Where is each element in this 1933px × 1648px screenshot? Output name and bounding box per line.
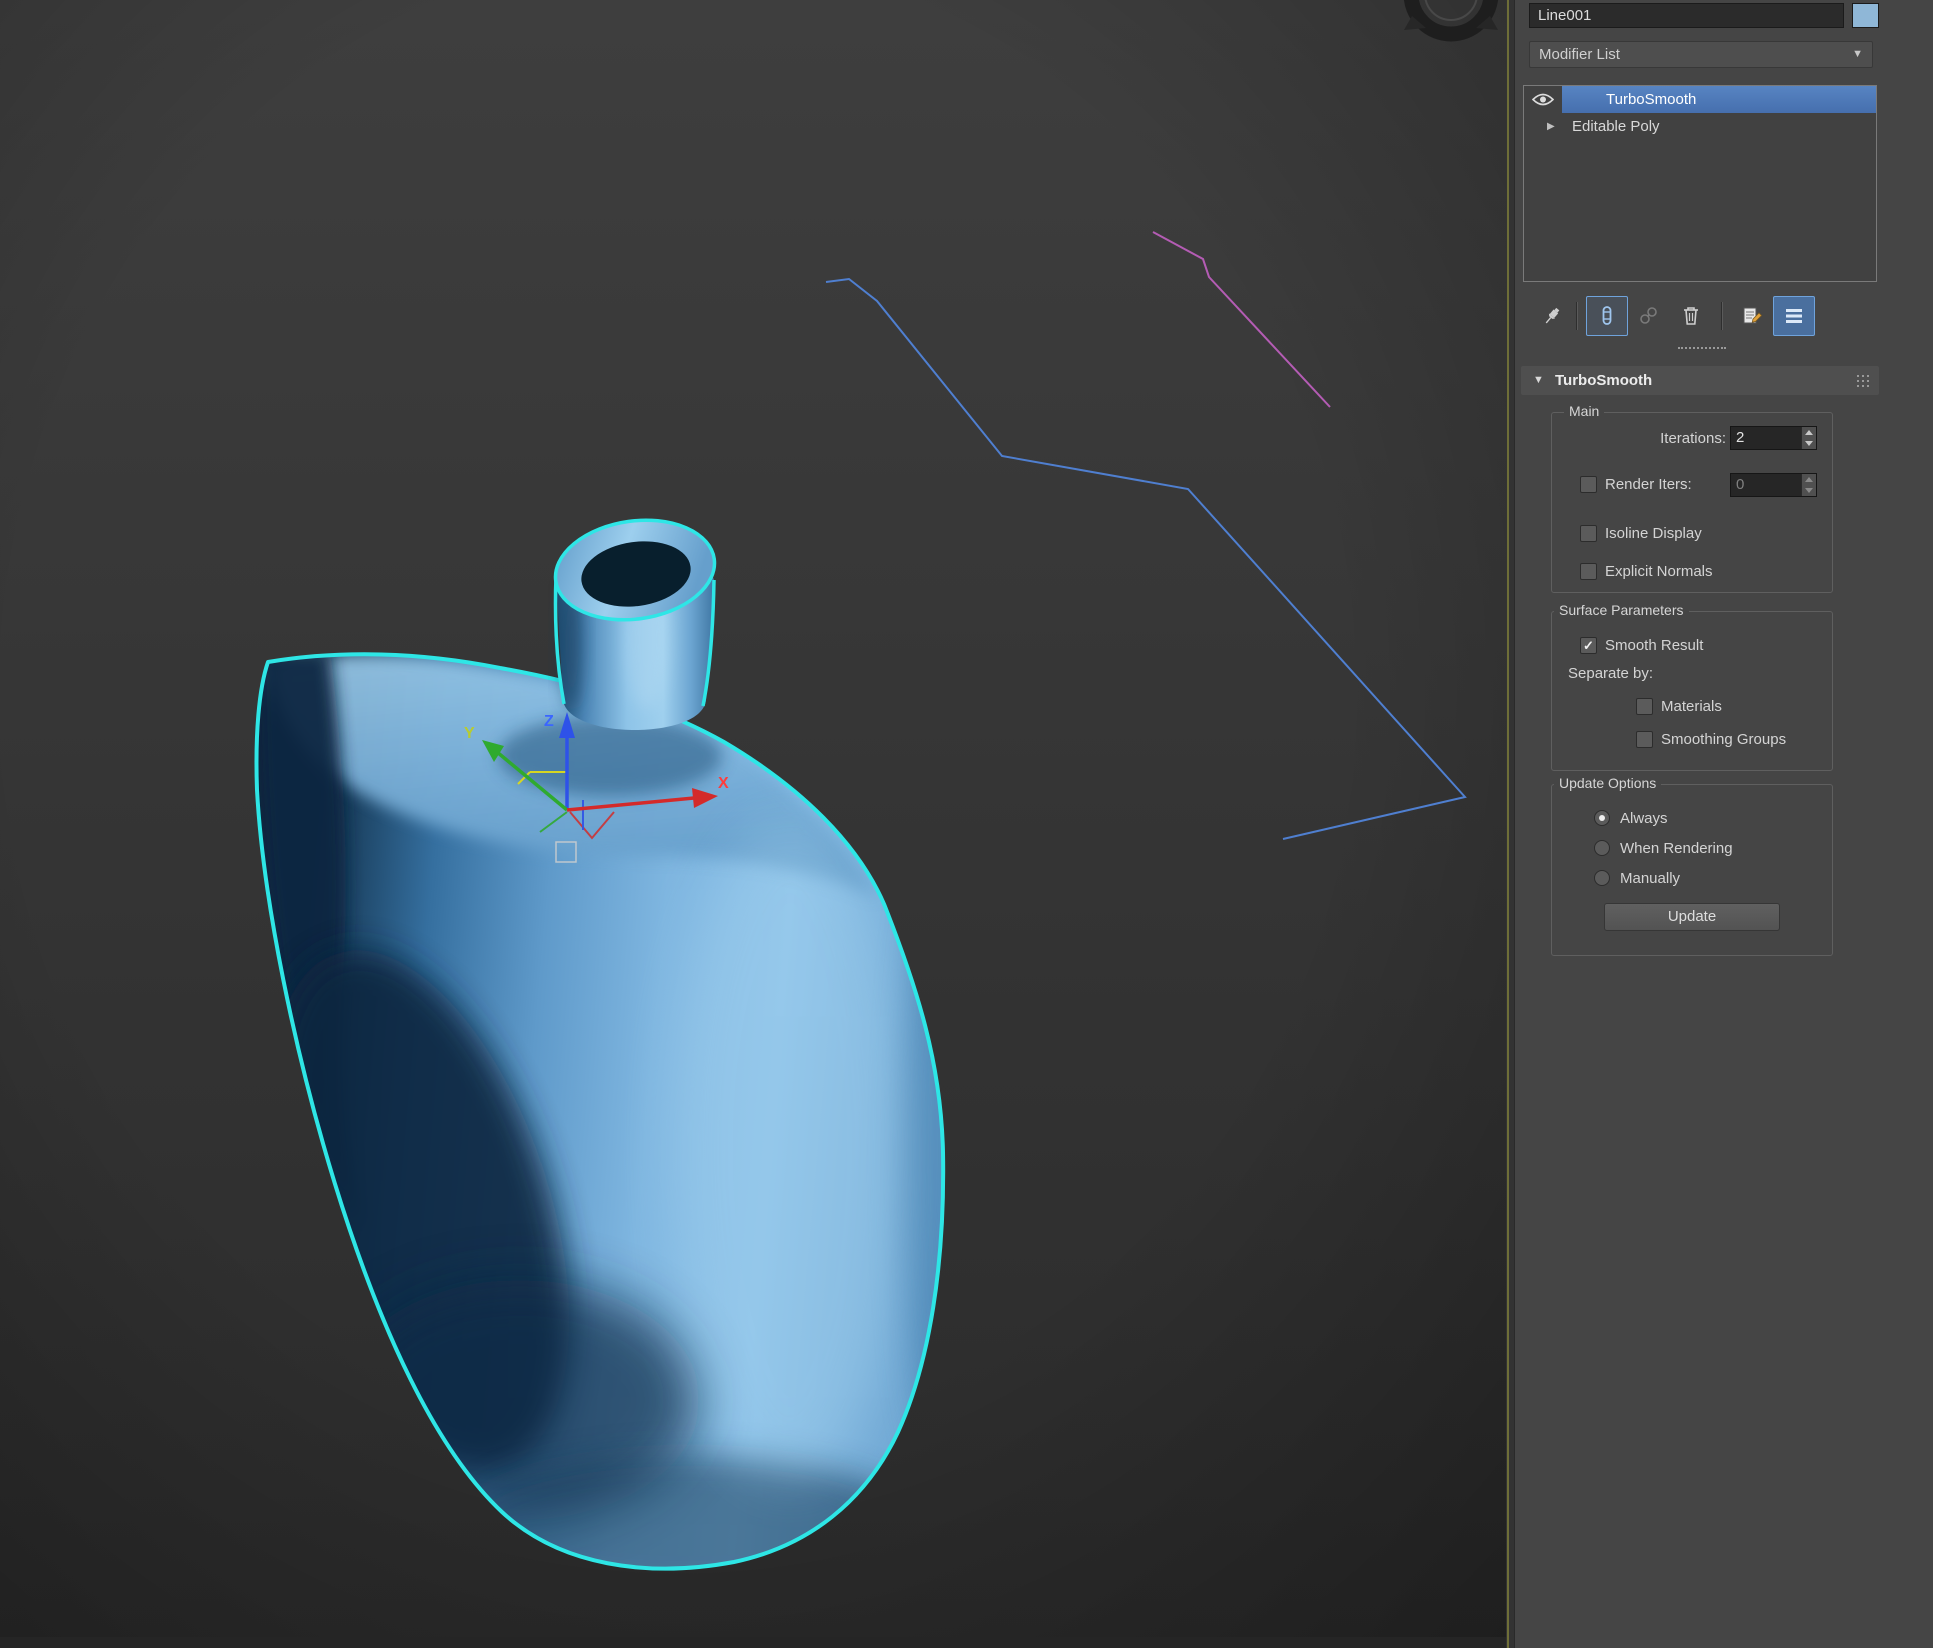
render-iters-label: Render Iters: [1605,475,1692,495]
update-when-rendering-radio[interactable] [1594,840,1610,856]
explicit-normals-label: Explicit Normals [1605,562,1713,582]
render-iters-value: 0 [1736,474,1744,496]
update-when-rendering-label: When Rendering [1620,839,1733,859]
viewport[interactable]: Z Y X [0,0,1506,1648]
command-panel: Line001 Modifier List ▼ TurboSmooth ▶ Ed… [1514,0,1933,1648]
axis-label-y: Y [464,725,475,742]
viewport-bottom-strip [0,1637,1506,1648]
edit-modifier-button[interactable] [1731,296,1773,336]
chevron-down-icon: ▼ [1852,42,1863,67]
modifier-list-dropdown[interactable]: Modifier List ▼ [1529,41,1873,68]
toolbar-separator [1576,302,1577,330]
rollout-title: TurboSmooth [1555,366,1652,395]
isoline-display-label: Isoline Display [1605,524,1702,544]
viewport-canvas[interactable]: Z Y X [0,0,1506,1648]
spinner-up-arrow[interactable] [1802,427,1816,438]
show-end-result-icon [1595,304,1619,328]
modifier-visibility-eye-icon[interactable] [1524,86,1562,113]
smoothing-groups-label: Smoothing Groups [1661,730,1786,750]
group-main-label: Main [1564,403,1604,419]
iterations-label: Iterations: [1552,429,1726,449]
spinner-down-arrow[interactable] [1802,485,1816,496]
smooth-result-label: Smooth Result [1605,636,1703,656]
update-manually-label: Manually [1620,869,1680,889]
rollout-drag-grid-icon[interactable] [1857,374,1869,391]
group-surface-label: Surface Parameters [1554,602,1689,618]
rollout-collapse-icon[interactable]: ▼ [1533,366,1544,395]
list-icon [1782,304,1806,328]
isoline-display-checkbox[interactable]: ✓ [1580,525,1597,542]
trash-icon [1679,304,1703,328]
notepad-pencil-icon [1740,304,1764,328]
toolbar-separator [1721,302,1722,330]
smoothing-groups-checkbox[interactable]: ✓ [1636,731,1653,748]
object-color-swatch[interactable] [1852,3,1879,28]
modifier-stack-list[interactable]: TurboSmooth ▶ Editable Poly [1523,85,1877,282]
stack-item-label: Editable Poly [1562,113,1876,140]
group-main: Main Iterations: 2 ✓ Render Iters: 0 ✓ I… [1551,412,1833,593]
stack-toolbar [1523,293,1881,339]
configure-modifier-sets-button[interactable] [1773,296,1815,336]
stack-item-label: TurboSmooth [1562,86,1876,113]
show-end-result-button[interactable] [1586,296,1628,336]
axis-label-x: X [718,775,729,792]
iterations-value: 2 [1736,427,1744,449]
stack-item-editable-poly[interactable]: ▶ Editable Poly [1524,113,1876,140]
viewport-panel-divider[interactable] [1506,0,1514,1648]
update-always-radio[interactable] [1594,810,1610,826]
update-always-label: Always [1620,809,1668,829]
rollout-header-turbosmooth[interactable]: ▼ TurboSmooth [1521,366,1879,395]
pin-stack-button[interactable] [1537,296,1567,336]
stack-item-turbosmooth[interactable]: TurboSmooth [1524,86,1876,113]
spinner-up-arrow[interactable] [1802,474,1816,485]
materials-checkbox[interactable]: ✓ [1636,698,1653,715]
smooth-result-checkbox[interactable]: ✓ [1580,637,1597,654]
render-iters-checkbox[interactable]: ✓ [1580,476,1597,493]
panel-sash-handle[interactable] [1678,347,1726,351]
axis-label-z: Z [544,713,554,730]
group-update-options: Update Options Always When Rendering Man… [1551,784,1833,956]
iterations-spinner[interactable]: 2 [1730,426,1817,450]
update-manually-radio[interactable] [1594,870,1610,886]
spinner-down-arrow[interactable] [1802,438,1816,449]
explicit-normals-checkbox[interactable]: ✓ [1580,563,1597,580]
pin-icon [1540,304,1564,328]
separate-by-label: Separate by: [1568,664,1653,684]
group-update-label: Update Options [1554,775,1661,791]
group-surface-parameters: Surface Parameters ✓ Smooth Result Separ… [1551,611,1833,771]
render-iters-spinner[interactable]: 0 [1730,473,1817,497]
make-unique-icon [1637,304,1661,328]
remove-modifier-button[interactable] [1670,296,1712,336]
expand-arrow-icon[interactable]: ▶ [1547,113,1555,140]
update-button[interactable]: Update [1604,903,1780,931]
object-name-input[interactable]: Line001 [1529,3,1844,28]
make-unique-button[interactable] [1628,296,1670,336]
modifier-list-label: Modifier List [1530,46,1620,63]
materials-label: Materials [1661,697,1722,717]
max-window: Z Y X Line001 Modifier List ▼ [0,0,1933,1648]
